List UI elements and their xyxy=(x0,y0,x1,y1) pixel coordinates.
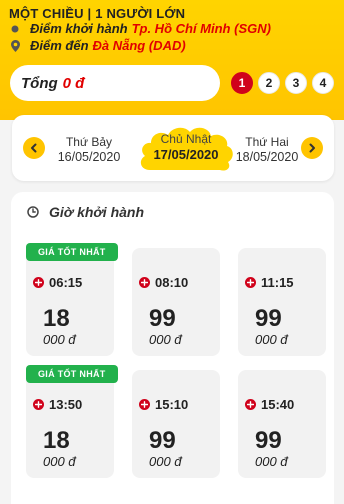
departure-header: Giờ khởi hành xyxy=(27,204,144,220)
date-prev-date: 16/05/2020 xyxy=(57,150,121,164)
total-amount: 0 đ xyxy=(62,74,85,92)
flight-price-main: 99 xyxy=(149,305,176,332)
next-date-button[interactable] xyxy=(301,137,323,159)
destination-city: Đà Nẵng (DAD) xyxy=(92,38,186,53)
plane-icon xyxy=(245,277,256,288)
flight-price-sub: 000 đ xyxy=(43,332,76,347)
flight-price-sub: 000 đ xyxy=(255,454,288,469)
flight-price-sub: 000 đ xyxy=(255,332,288,347)
flight-time: 13:50 xyxy=(33,397,82,412)
plane-icon xyxy=(139,277,150,288)
departure-panel: Giờ khởi hành GIÁ TỐT NHẤT 06:15 18 000 đ 08… xyxy=(11,192,334,504)
date-next-weekday: Thứ Hai xyxy=(245,135,289,149)
plane-icon xyxy=(33,399,44,410)
flight-time: 08:10 xyxy=(139,275,188,290)
prev-date-button[interactable] xyxy=(23,137,45,159)
best-price-badge: GIÁ TỐT NHẤT xyxy=(26,243,118,261)
flight-card[interactable]: GIÁ TỐT NHẤT 06:15 18 000 đ xyxy=(26,243,118,356)
flight-time: 15:40 xyxy=(245,397,294,412)
origin-label: Điểm khởi hành xyxy=(30,21,128,36)
flight-time: 15:10 xyxy=(139,397,188,412)
booking-steps: 1 2 3 4 xyxy=(231,72,334,94)
origin-dot-icon xyxy=(9,25,21,33)
flight-price-sub: 000 đ xyxy=(149,332,182,347)
plane-icon xyxy=(33,277,44,288)
flight-card[interactable]: 11:15 99 000 đ xyxy=(238,248,326,356)
header: MỘT CHIỀU | 1 NGƯỜI LỚN Điểm khởi hành T… xyxy=(0,0,344,120)
plane-icon xyxy=(139,399,150,410)
flight-time-text: 06:15 xyxy=(49,275,83,290)
chevron-right-icon xyxy=(309,143,315,153)
flight-price-main: 99 xyxy=(149,427,176,454)
step-1[interactable]: 1 xyxy=(231,72,253,94)
step-3[interactable]: 3 xyxy=(285,72,307,94)
flight-time-text: 08:10 xyxy=(155,275,189,290)
flight-time: 06:15 xyxy=(33,275,82,290)
flight-card[interactable]: 08:10 99 000 đ xyxy=(132,248,220,356)
flight-card[interactable]: 15:40 99 000 đ xyxy=(238,370,326,478)
step-4[interactable]: 4 xyxy=(312,72,334,94)
flight-time-text: 13:50 xyxy=(49,397,83,412)
location-pin-icon xyxy=(9,39,21,52)
flight-price-sub: 000 đ xyxy=(149,454,182,469)
date-prev[interactable]: Thứ Bảy 16/05/2020 xyxy=(54,135,124,165)
date-current-weekday: Chủ Nhật xyxy=(160,132,212,146)
date-prev-weekday: Thứ Bảy xyxy=(65,135,113,149)
departure-title: Giờ khởi hành xyxy=(49,204,145,220)
date-next-date: 18/05/2020 xyxy=(235,150,299,164)
total-price-box: Tổng 0 đ xyxy=(10,65,220,101)
flight-time-text: 15:40 xyxy=(261,397,295,412)
flight-price-sub: 000 đ xyxy=(43,454,76,469)
flight-price-main: 99 xyxy=(255,427,282,454)
date-selector: Thứ Bảy 16/05/2020 Chủ Nhật 17/05/2020 T… xyxy=(12,115,334,181)
destination-label: Điểm đến xyxy=(30,38,89,53)
date-next[interactable]: Thứ Hai 18/05/2020 xyxy=(232,135,302,165)
plane-icon xyxy=(245,399,256,410)
flight-price-main: 99 xyxy=(255,305,282,332)
flight-time-text: 11:15 xyxy=(261,275,294,290)
trip-type-label: MỘT CHIỀU | 1 NGƯỜI LỚN xyxy=(9,6,186,21)
total-label: Tổng xyxy=(21,74,58,92)
best-price-badge: GIÁ TỐT NHẤT xyxy=(26,365,118,383)
clock-icon xyxy=(27,206,39,218)
origin-row[interactable]: Điểm khởi hành Tp. Hồ Chí Minh (SGN) xyxy=(9,21,271,36)
flight-time: 11:15 xyxy=(245,275,294,290)
flight-card[interactable]: GIÁ TỐT NHẤT 13:50 18 000 đ xyxy=(26,365,118,478)
destination-row[interactable]: Điểm đến Đà Nẵng (DAD) xyxy=(9,38,186,53)
date-current-date: 17/05/2020 xyxy=(153,147,219,162)
flight-time-text: 15:10 xyxy=(155,397,189,412)
date-current[interactable]: Chủ Nhật 17/05/2020 xyxy=(136,122,236,174)
step-2[interactable]: 2 xyxy=(258,72,280,94)
flight-card[interactable]: 15:10 99 000 đ xyxy=(132,370,220,478)
flight-price-main: 18 xyxy=(43,305,70,332)
chevron-left-icon xyxy=(31,143,37,153)
flight-price-main: 18 xyxy=(43,427,70,454)
origin-city: Tp. Hồ Chí Minh (SGN) xyxy=(131,21,271,36)
